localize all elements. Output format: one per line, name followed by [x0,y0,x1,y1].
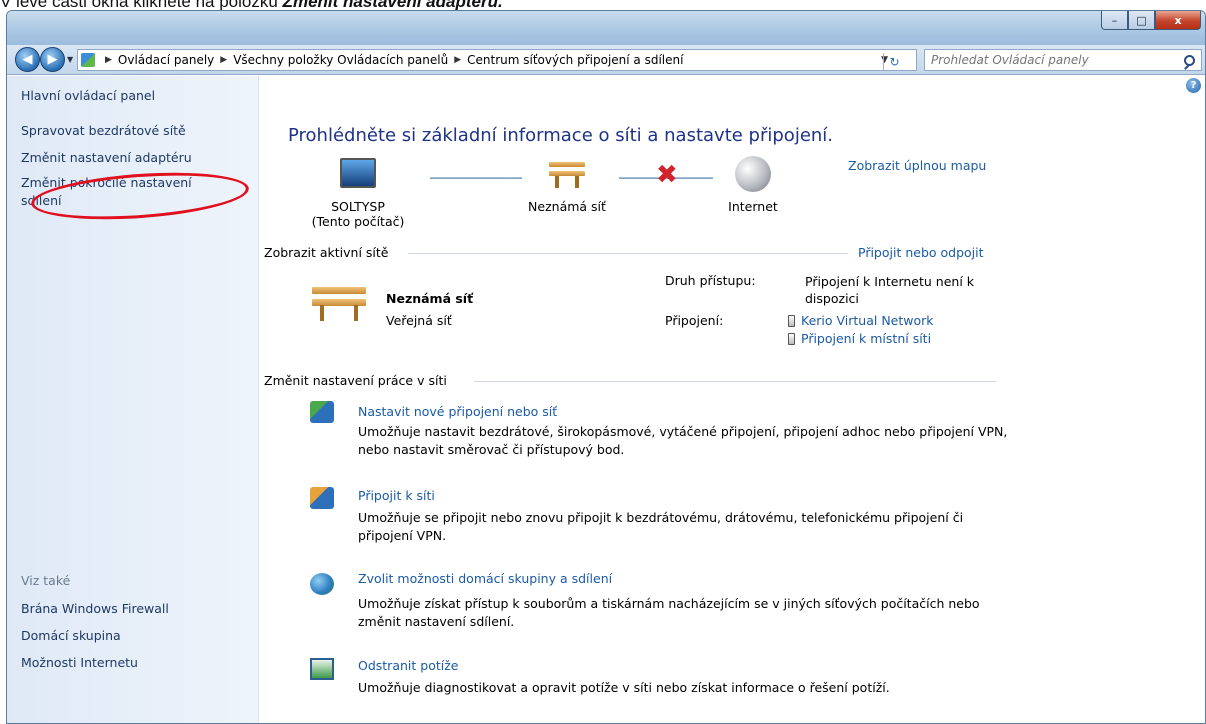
map-node-network[interactable]: Neznámá síť [512,158,622,214]
connection-link-local[interactable]: Připojení k místní síti [788,331,931,346]
bench-leg [354,305,358,321]
breadcrumb-item-control-panel[interactable]: Ovládací panely [118,53,214,67]
disconnected-x-icon: ✖ [656,160,678,190]
connect-disconnect-link[interactable]: Připojit nebo odpojit [858,245,984,260]
title-bar: – □ x [7,11,1205,45]
window-controls: – □ x [1101,11,1201,30]
search-input[interactable] [931,53,1171,67]
homegroup-icon[interactable] [310,573,334,595]
main-content: ? Prohlédněte si základní informace o sí… [260,76,1205,723]
full-map-link[interactable]: Zobrazit úplnou mapu [848,158,986,173]
bench-network-icon [547,158,587,188]
network-name: Neznámá síť [528,199,606,214]
task-connect-network[interactable]: Připojit k síti [358,488,435,503]
computer-name: SOLTYSP [331,199,385,214]
divider [408,253,848,254]
search-icon[interactable] [1184,54,1195,66]
connection-label[interactable]: Kerio Virtual Network [801,313,934,328]
access-type-label: Druh přístupu: [665,273,756,288]
network-adapter-icon [788,333,795,345]
connect-network-icon[interactable] [310,487,334,509]
refresh-icon[interactable]: ↻ [883,53,905,71]
task-new-connection[interactable]: Nastavit nové připojení nebo síť [358,404,557,419]
sidebar: Hlavní ovládací panel Spravovat bezdráto… [7,76,259,723]
active-networks-heading: Zobrazit aktivní sítě [264,245,389,260]
sidebar-item-control-panel-home[interactable]: Hlavní ovládací panel [21,88,155,103]
search-box[interactable] [924,49,1202,71]
recent-pages-chevron-icon[interactable]: ▼ [67,55,73,64]
address-bar: ◀ ▶ ▼ ▶ Ovládací panely ▶ Všechny položk… [7,45,1205,75]
close-button[interactable]: x [1155,11,1201,30]
task-new-connection-desc: Umožňuje nastavit bezdrátové, širokopásm… [358,424,1008,457]
map-node-computer[interactable]: SOLTYSP (Tento počítač) [308,158,408,229]
sidebar-item-internet-options[interactable]: Možnosti Internetu [21,655,138,670]
troubleshoot-icon[interactable] [310,658,334,680]
internet-name: Internet [728,199,778,214]
new-connection-icon[interactable] [310,401,334,423]
page-title: Prohlédněte si základní informace o síti… [288,125,834,146]
task-connect-network-desc: Umožňuje se připojit nebo znovu připojit… [358,510,964,543]
task-homegroup-desc: Umožňuje získat přístup k souborům a tis… [358,596,980,629]
maximize-button[interactable]: □ [1128,11,1155,30]
connection-label[interactable]: Připojení k místní síti [801,331,931,346]
see-also-heading: Viz také [21,573,71,588]
sidebar-item-change-adapter[interactable]: Změnit nastavení adaptéru [21,150,192,165]
help-icon[interactable]: ? [1186,78,1201,93]
active-network-bench-icon [310,281,368,321]
computer-icon [340,158,376,188]
map-node-internet[interactable]: Internet [708,156,798,214]
computer-subtitle: (Tento počítač) [311,214,405,229]
active-network-name: Neznámá síť [386,291,474,306]
breadcrumb-separator-icon[interactable]: ▶ [454,55,461,65]
sidebar-item-firewall[interactable]: Brána Windows Firewall [21,601,169,616]
sidebar-item-manage-wireless[interactable]: Spravovat bezdrátové sítě [21,123,186,138]
breadcrumb-item-network-center[interactable]: Centrum síťových připojení a sdílení [467,53,683,67]
control-panel-window: – □ x ◀ ▶ ▼ ▶ Ovládací panely ▶ Všechny … [6,10,1206,724]
connection-link-kerio[interactable]: Kerio Virtual Network [788,313,934,328]
bench-leg [320,305,324,321]
breadcrumb-separator-icon[interactable]: ▶ [220,55,227,65]
breadcrumb-separator-icon[interactable]: ▶ [105,55,112,65]
task-troubleshoot[interactable]: Odstranit potíže [358,658,458,673]
forward-button[interactable]: ▶ [40,47,65,72]
active-network-type[interactable]: Veřejná síť [386,313,452,328]
minimize-button[interactable]: – [1101,11,1128,30]
bench-leg [575,176,579,188]
task-homegroup[interactable]: Zvolit možnosti domácí skupiny a sdílení [358,571,612,586]
access-type-value: Připojení k Internetu není k dispozici [805,274,975,306]
link-line [430,177,522,179]
network-adapter-icon [788,315,795,327]
task-troubleshoot-desc: Umožňuje diagnostikovat a opravit potíže… [358,680,890,695]
back-button[interactable]: ◀ [15,47,40,72]
bench-plank [549,162,585,167]
breadcrumb[interactable]: ▶ Ovládací panely ▶ Všechny položky Ovlá… [77,49,917,71]
connections-label: Připojení: [665,313,724,328]
change-settings-heading: Změnit nastavení práce v síti [264,373,447,388]
breadcrumb-item-all-items[interactable]: Všechny položky Ovládacích panelů [233,53,448,67]
bench-plank [312,287,366,294]
bench-leg [555,176,559,188]
divider [474,381,996,382]
control-panel-icon [81,53,95,67]
sidebar-item-homegroup[interactable]: Domácí skupina [21,628,121,643]
globe-icon [735,156,771,192]
